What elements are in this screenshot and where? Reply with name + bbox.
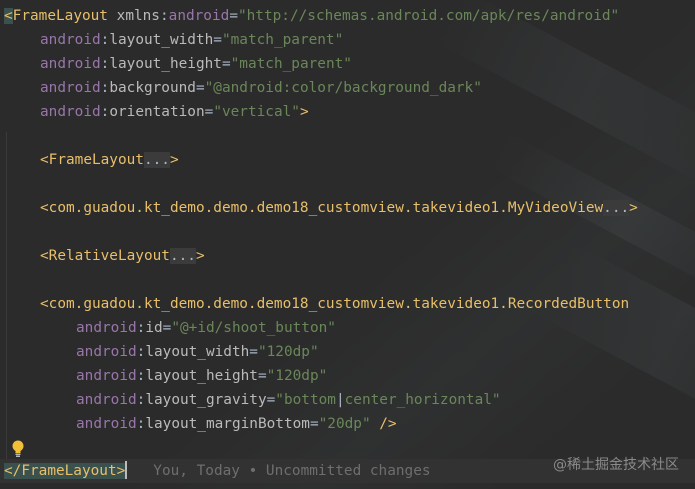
fold-placeholder[interactable]: ...: [169, 248, 196, 264]
equals: =: [266, 392, 276, 408]
code-line[interactable]: android:layout_height="120dp": [76, 364, 327, 388]
tag-close: />: [370, 416, 397, 432]
attribute-value: "120dp": [266, 368, 328, 384]
attribute-value: "@android:color/background_dark": [204, 80, 482, 96]
background-decoration: [536, 243, 695, 437]
tag-close: >: [169, 152, 179, 168]
matched-bracket: <: [4, 8, 13, 24]
equals: =: [229, 8, 238, 24]
attribute-value-part: center_horizontal": [344, 392, 501, 408]
attribute-name: layout_gravity: [145, 392, 267, 408]
code-editor[interactable]: <FrameLayout xmlns:android="http://schem…: [0, 0, 695, 489]
attribute-value-part: "bottom: [275, 392, 336, 408]
equals: =: [309, 416, 319, 432]
namespace: android: [76, 392, 137, 408]
tag-close: >: [299, 104, 309, 120]
pipe: |: [335, 392, 345, 408]
code-line[interactable]: </FrameLayout> You, Today • Uncommitted …: [4, 459, 431, 483]
equals: =: [195, 80, 205, 96]
attribute-name: background: [109, 80, 196, 96]
namespace: android: [76, 320, 137, 336]
equals: =: [257, 368, 267, 384]
attribute-name: orientation: [109, 104, 205, 120]
tag-close: >: [195, 248, 205, 264]
code-line[interactable]: android:orientation="vertical">: [40, 100, 309, 124]
attribute-name: layout_width: [145, 344, 250, 360]
tag-name: <com.guadou.kt_demo.demo.demo18_customvi…: [40, 200, 604, 216]
code-line[interactable]: android:layout_marginBottom="20dp" />: [76, 412, 397, 436]
namespace: android: [168, 8, 230, 24]
namespace: android: [40, 80, 101, 96]
code-line[interactable]: <FrameLayout...>: [40, 148, 179, 172]
attribute-value: "vertical": [213, 104, 300, 120]
attribute-name: id: [145, 320, 163, 336]
matched-tag: </FrameLayout>: [4, 463, 126, 479]
code-line[interactable]: <RelativeLayout...>: [40, 244, 205, 268]
equals: =: [249, 344, 258, 360]
tag-name: <RelativeLayout: [40, 248, 170, 264]
attribute-value: "20dp": [318, 416, 371, 432]
attribute-value: "http://schemas.android.com/apk/res/andr…: [237, 8, 620, 24]
attribute-name: layout_width: [109, 32, 214, 48]
code-line[interactable]: android:background="@android:color/backg…: [40, 76, 482, 100]
namespace: android: [40, 104, 101, 120]
tag-name: <com.guadou.kt_demo.demo.demo18_customvi…: [40, 296, 630, 312]
code-line[interactable]: <com.guadou.kt_demo.demo.demo18_customvi…: [40, 196, 638, 220]
attribute-name: layout_height: [145, 368, 258, 384]
code-line[interactable]: android:layout_width="120dp": [76, 340, 319, 364]
attribute-name: layout_marginBottom: [145, 416, 310, 432]
attribute-value: "120dp": [257, 344, 319, 360]
namespace: android: [40, 56, 101, 72]
git-blame-annotation: You, Today • Uncommitted changes: [153, 463, 431, 479]
attribute-value: "match_parent": [230, 56, 352, 72]
attribute-name: layout_height: [109, 56, 222, 72]
watermark: @稀土掘金技术社区: [553, 457, 679, 473]
fold-placeholder[interactable]: ...: [143, 152, 170, 168]
code-line[interactable]: android:layout_gravity="bottom|center_ho…: [76, 388, 501, 412]
lightbulb-icon[interactable]: [11, 440, 25, 458]
equals: =: [213, 32, 222, 48]
tag-name: <FrameLayout: [40, 152, 144, 168]
code-line[interactable]: android:layout_height="match_parent": [40, 52, 352, 76]
code-line[interactable]: <FrameLayout xmlns:android="http://schem…: [4, 4, 619, 28]
text-caret: [125, 461, 128, 479]
attribute-value: "@+id/shoot_button": [171, 320, 336, 336]
namespace: android: [40, 32, 101, 48]
attribute-value: "match_parent": [221, 32, 344, 48]
code-line[interactable]: <com.guadou.kt_demo.demo.demo18_customvi…: [40, 292, 629, 316]
separator: :: [159, 8, 169, 24]
code-line[interactable]: android:id="@+id/shoot_button": [76, 316, 336, 340]
background-decoration: [488, 131, 695, 309]
tag-name: FrameLayout: [12, 8, 108, 24]
attribute-prefix: xmlns: [116, 8, 160, 24]
namespace: android: [76, 368, 137, 384]
namespace: android: [76, 416, 137, 432]
fold-placeholder[interactable]: ...: [603, 200, 630, 216]
equals: =: [204, 104, 214, 120]
tag-close: >: [629, 200, 638, 216]
code-line[interactable]: android:layout_width="match_parent": [40, 28, 343, 52]
equals: =: [221, 56, 231, 72]
namespace: android: [76, 344, 137, 360]
indent-guide: [6, 132, 7, 462]
